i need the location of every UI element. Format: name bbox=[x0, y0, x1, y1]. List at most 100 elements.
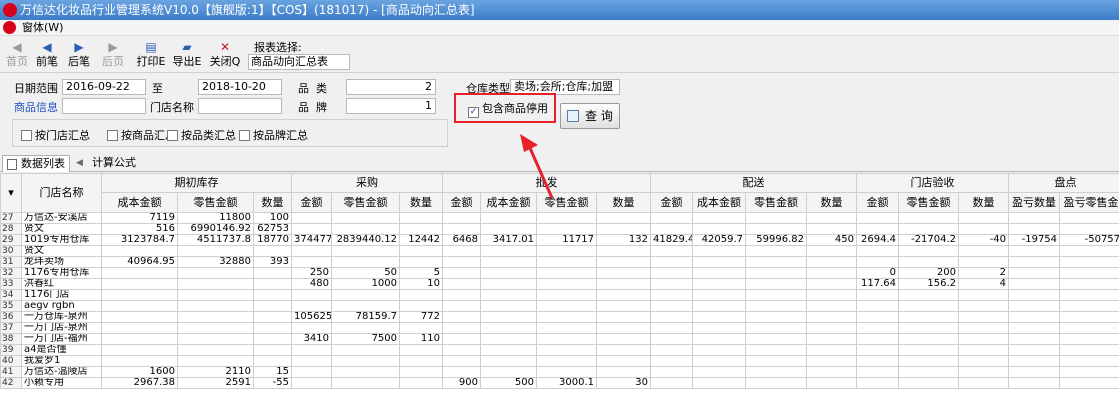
table-cell bbox=[536, 366, 598, 378]
column-header[interactable]: 成本金额 bbox=[101, 192, 178, 213]
table-row[interactable]: 38 一万门店-福州 3410 7500 110 bbox=[0, 333, 1119, 345]
column-header[interactable]: 盈亏零售金 bbox=[1059, 192, 1119, 213]
table-cell bbox=[596, 245, 652, 257]
table-row[interactable]: 42 小赖专用 2967.38 2591 -55 900 500 3000.1 30 bbox=[0, 377, 1119, 389]
last-page-icon: ▶ bbox=[108, 40, 118, 54]
column-header[interactable]: 数量 bbox=[399, 192, 444, 213]
table-row[interactable]: 28 贤文 516 6990146.92 62753 bbox=[0, 223, 1119, 235]
group-by-brand-checkbox[interactable]: 按品牌汇总 bbox=[239, 127, 308, 142]
column-header[interactable]: 数量 bbox=[596, 192, 652, 213]
first-page-button[interactable]: ◀ 首页 bbox=[0, 39, 34, 71]
table-row[interactable]: 27 万信达-安溪店 7119 11800 100 bbox=[0, 212, 1119, 224]
table-cell bbox=[536, 289, 598, 301]
table-cell bbox=[806, 300, 858, 312]
data-grid[interactable]: ▾ 门店名称 期初库存 采购 批发 配送 门店验收 盘点 成本金额 零售金额 数量金… bbox=[0, 173, 1119, 412]
column-header[interactable]: 零售金额 bbox=[536, 192, 598, 213]
prev-record-button[interactable]: ◀ 前笔 bbox=[30, 39, 64, 71]
product-info-label[interactable]: 商品信息 bbox=[14, 99, 58, 115]
table-cell bbox=[480, 300, 538, 312]
table-row[interactable]: 36一万仓库-泉州 105625078159.7772 bbox=[0, 311, 1119, 323]
table-cell bbox=[856, 300, 900, 312]
table-cell bbox=[1008, 300, 1061, 312]
table-row[interactable]: 34 1176门店 bbox=[0, 289, 1119, 301]
table-cell bbox=[331, 377, 401, 389]
checkmark-icon: ✓ bbox=[468, 107, 479, 118]
column-header[interactable]: 金额 bbox=[291, 192, 333, 213]
table-cell bbox=[806, 245, 858, 257]
column-header[interactable]: 成本金额 bbox=[692, 192, 747, 213]
row-number: 33 bbox=[0, 278, 22, 290]
table-row[interactable]: 291019专用仓库3123784.74511737.818770374477.… bbox=[0, 234, 1119, 246]
export-button[interactable]: ▰ 导出E bbox=[170, 39, 204, 71]
table-cell bbox=[331, 245, 401, 257]
column-header[interactable]: 成本金额 bbox=[480, 192, 538, 213]
table-row[interactable]: 40 我爱罗1 bbox=[0, 355, 1119, 367]
group-by-store-checkbox[interactable]: 按门店汇总 bbox=[21, 127, 90, 142]
table-cell bbox=[898, 311, 960, 323]
menu-window[interactable]: 窗体(W) bbox=[20, 20, 65, 36]
tab-data-list[interactable]: 数据列表 bbox=[2, 155, 70, 172]
table-cell bbox=[596, 278, 652, 290]
table-row[interactable]: 31 龙玤卖场 40964.95 32880 393 bbox=[0, 256, 1119, 268]
table-cell bbox=[692, 256, 747, 268]
table-cell bbox=[1059, 300, 1119, 312]
table-cell: -21704.2 bbox=[898, 234, 960, 246]
table-cell: 772 bbox=[399, 311, 444, 323]
table-cell bbox=[596, 289, 652, 301]
table-cell bbox=[898, 322, 960, 334]
column-header[interactable]: 数量 bbox=[958, 192, 1010, 213]
tab-formula[interactable]: ◀ 计算公式 bbox=[74, 155, 140, 172]
table-row[interactable]: 37 一万门店-泉州 bbox=[0, 322, 1119, 334]
table-cell bbox=[442, 333, 482, 345]
table-cell: 200 bbox=[898, 267, 960, 279]
category-input[interactable]: 2 bbox=[346, 79, 436, 95]
table-cell bbox=[692, 300, 747, 312]
query-button[interactable]: 查 询 bbox=[560, 103, 620, 129]
table-cell bbox=[442, 245, 482, 257]
table-cell bbox=[331, 212, 401, 224]
column-header[interactable]: 数量 bbox=[806, 192, 858, 213]
column-header[interactable]: 数量 bbox=[252, 192, 293, 213]
store-name-header[interactable]: 门店名称 bbox=[21, 173, 102, 213]
table-cell bbox=[898, 289, 960, 301]
column-header[interactable]: 金额 bbox=[442, 192, 482, 213]
column-header[interactable]: 零售金额 bbox=[898, 192, 960, 213]
row-number: 37 bbox=[0, 322, 22, 334]
next-record-button[interactable]: ▶ 后笔 bbox=[62, 39, 96, 71]
tab-bar: 数据列表 ◀ 计算公式 bbox=[0, 153, 1119, 172]
table-row[interactable]: 33 洪春红 480 1000 10 117.64 156.2 4 bbox=[0, 278, 1119, 290]
table-row[interactable]: 30 贤文 bbox=[0, 245, 1119, 257]
column-header[interactable]: 金额 bbox=[856, 192, 900, 213]
group-by-category-checkbox[interactable]: 按品类汇总 bbox=[167, 127, 236, 142]
group-by-product-checkbox[interactable]: 按商品汇总 bbox=[107, 127, 176, 142]
close-button[interactable]: ✕ 关闭Q bbox=[208, 39, 242, 71]
table-cell bbox=[596, 256, 652, 268]
date-from-input[interactable]: 2016-09-22 bbox=[62, 79, 146, 95]
table-cell bbox=[745, 377, 808, 389]
column-header[interactable]: 盈亏数量 bbox=[1008, 192, 1061, 213]
product-info-input[interactable] bbox=[62, 98, 146, 114]
include-disabled-checkbox[interactable]: ✓ 包含商品停用 bbox=[468, 100, 548, 118]
print-button[interactable]: ▤ 打印E bbox=[134, 39, 168, 71]
table-row[interactable]: 39 a4是否懂 bbox=[0, 344, 1119, 356]
column-header[interactable]: 零售金额 bbox=[745, 192, 808, 213]
group-header-distribution: 配送 bbox=[650, 173, 858, 193]
column-header[interactable]: 金额 bbox=[650, 192, 694, 213]
last-page-button[interactable]: ▶ 后页 bbox=[96, 39, 130, 71]
brand-input[interactable]: 1 bbox=[346, 98, 436, 114]
table-cell bbox=[958, 333, 1010, 345]
date-to-input[interactable]: 2018-10-20 bbox=[198, 79, 282, 95]
table-row[interactable]: 32 1176专用仓库 250 50 5 0 200 2 bbox=[0, 267, 1119, 279]
column-header[interactable]: 零售金额 bbox=[331, 192, 401, 213]
table-cell bbox=[536, 256, 598, 268]
table-cell bbox=[480, 256, 538, 268]
column-header[interactable]: 零售金额 bbox=[177, 192, 254, 213]
table-cell bbox=[650, 311, 694, 323]
table-cell bbox=[536, 245, 598, 257]
table-row[interactable]: 35 aegv rgbn bbox=[0, 300, 1119, 312]
table-cell bbox=[177, 267, 254, 279]
store-name-input[interactable] bbox=[198, 98, 282, 114]
table-cell: 11800 bbox=[177, 212, 254, 224]
table-row[interactable]: 41 万信达-温陵店 1600 2110 15 bbox=[0, 366, 1119, 378]
report-select[interactable]: 商品动向汇总表 bbox=[248, 54, 350, 70]
